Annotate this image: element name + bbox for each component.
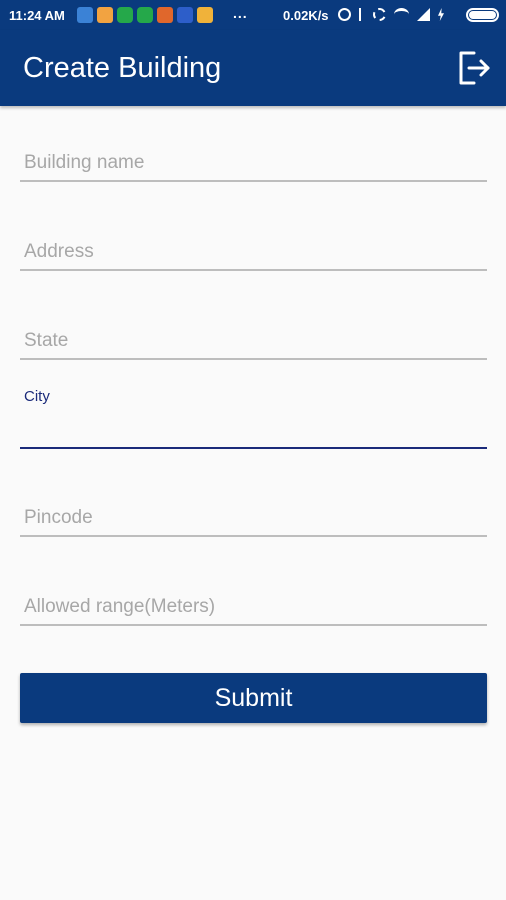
app-icon [97,7,113,23]
location-icon [77,7,93,23]
status-bar: 11:24 AM ... 0.02K/s [0,0,506,30]
city-label: City [24,388,50,405]
pincode-input[interactable] [24,503,479,533]
wifi-icon [394,8,409,21]
submit-button[interactable]: Submit [20,673,487,723]
building-name-field [20,143,487,182]
sync-icon [373,8,386,21]
app-icon [157,7,173,23]
status-time: 11:24 AM [9,8,65,23]
pincode-field [20,498,487,537]
city-input[interactable] [24,413,479,443]
network-speed: 0.02K/s [283,8,329,23]
notification-icons [77,7,213,23]
allowed-range-field [20,587,487,626]
app-bar: Create Building [0,30,506,106]
note-icon [197,7,213,23]
signal-icon [417,8,430,21]
logout-icon[interactable] [455,50,491,86]
whatsapp-icon [137,7,153,23]
system-icons [338,8,444,21]
charging-icon [438,8,444,21]
more-notifications-indicator: ... [233,5,248,21]
building-name-input[interactable] [24,148,479,178]
city-field: City [20,380,487,449]
battery-icon [466,8,499,22]
triangle-app-icon [177,7,193,23]
whatsapp-icon [117,7,133,23]
battery-level [469,11,496,19]
state-input[interactable] [24,326,479,356]
page-title: Create Building [23,52,222,84]
nfc-icon [338,8,351,21]
state-field [20,321,487,360]
address-field [20,232,487,271]
bluetooth-icon [359,8,365,21]
address-input[interactable] [24,237,479,267]
allowed-range-input[interactable] [24,592,479,622]
